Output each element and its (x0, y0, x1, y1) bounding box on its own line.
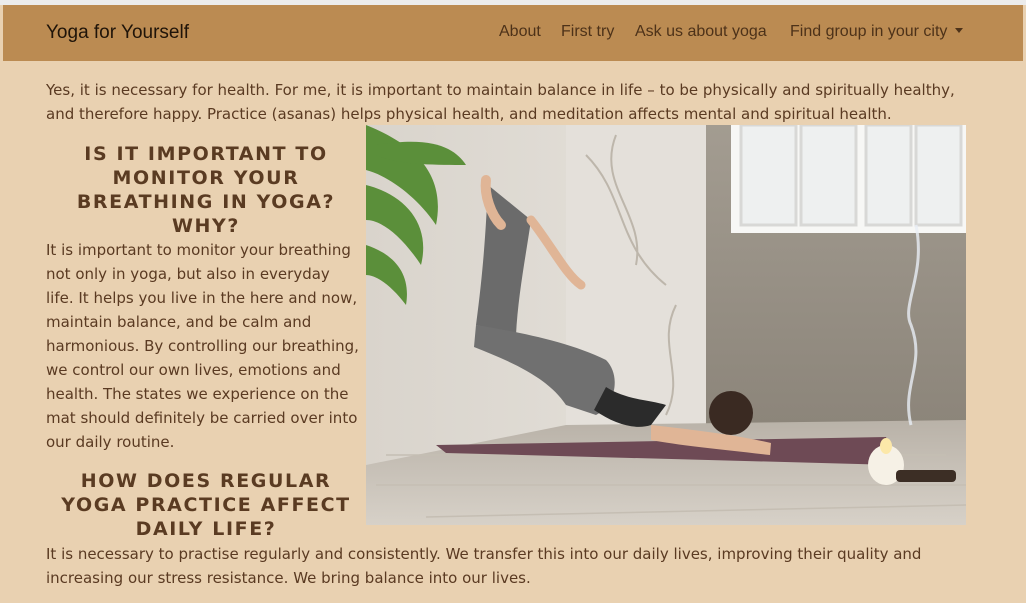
nav-link-about[interactable]: About (499, 23, 541, 41)
intro-paragraph: Yes, it is necessary for health. For me,… (46, 81, 955, 123)
yoga-photo (366, 125, 966, 525)
caret-down-icon (955, 28, 964, 33)
nav-dropdown-label: Find group in your city (790, 23, 948, 40)
nav-dropdown-find-group[interactable]: Find group in your city (790, 23, 964, 41)
breathing-paragraph: It is important to monitor your breathin… (46, 241, 359, 451)
heading-daily-life: How does regular yoga practice affect da… (61, 470, 351, 540)
heading-breathing: Is it important to monitor your breathin… (76, 143, 336, 237)
navbar: Yoga for Yourself About First try Ask us… (3, 5, 1023, 61)
nav-link-first-try[interactable]: First try (561, 23, 614, 41)
nav-link-ask-us[interactable]: Ask us about yoga (635, 23, 767, 41)
brand-logo-text[interactable]: Yoga for Yourself (46, 22, 189, 44)
daily-life-paragraph: It is necessary to practise regularly an… (46, 545, 922, 587)
